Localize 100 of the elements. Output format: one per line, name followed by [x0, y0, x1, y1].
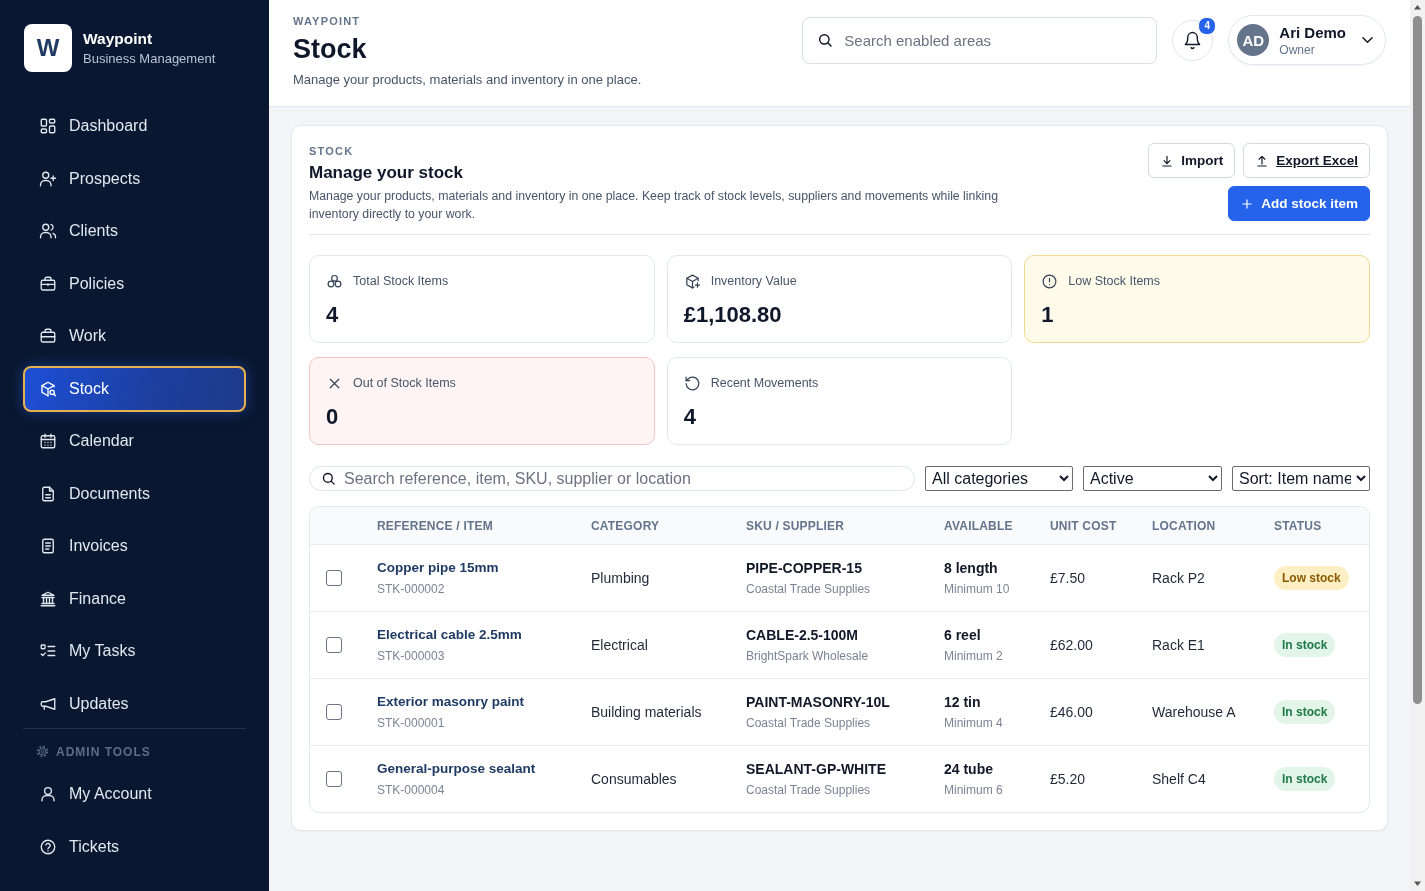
scrollbar[interactable] — [1410, 0, 1425, 891]
stat-label: Recent Movements — [710, 375, 819, 392]
column-header: SKU / SUPPLIER — [746, 518, 845, 533]
nav-item[interactable]: Stock — [23, 365, 246, 412]
row-checkbox[interactable] — [326, 637, 342, 653]
nav-item[interactable]: Clients — [23, 208, 246, 254]
location-text: Rack P2 — [1152, 570, 1205, 586]
filter-dropdown[interactable]: Active — [1083, 466, 1222, 491]
sku-code: SEALANT-GP-WHITE — [746, 760, 886, 778]
nav-item[interactable]: Prospects — [23, 155, 246, 202]
panel-title: Manage your stock — [309, 162, 464, 184]
column-header: CATEGORY — [591, 518, 660, 533]
avatar: AD — [1237, 24, 1270, 56]
item-link[interactable]: General-purpose sealant — [377, 760, 536, 778]
category-text: Plumbing — [591, 570, 650, 586]
user-menu-button[interactable]: AD Ari Demo Owner — [1228, 15, 1386, 65]
column-header: LOCATION — [1152, 518, 1216, 533]
minimum-quantity: Minimum 4 — [944, 715, 1003, 731]
notification-button[interactable]: 4 — [1172, 19, 1214, 61]
package-plus-icon — [683, 272, 701, 290]
export-button[interactable]: Export Excel — [1243, 143, 1370, 178]
panel-description: Manage your products, materials and inventory in one place. Keep track of stock levels, suppliers and movements while linking inventory directly to your work. — [309, 188, 999, 223]
add-button[interactable]: Add stock item — [1228, 186, 1370, 221]
user-name: Ari Demo — [1279, 23, 1346, 42]
nav-item[interactable]: Tickets — [23, 823, 246, 870]
stat-label: Low Stock Items — [1068, 273, 1161, 290]
nav-item[interactable]: My Account — [23, 771, 246, 817]
unit-cost: £7.50 — [1050, 570, 1086, 586]
column-header: UNIT COST — [1050, 518, 1117, 533]
bell-icon — [1183, 30, 1203, 50]
import-button[interactable]: Import — [1148, 143, 1236, 178]
row-checkbox[interactable] — [326, 570, 342, 586]
help-icon — [39, 837, 57, 856]
category-text: Electrical — [591, 637, 648, 653]
supplier-name: BrightSpark Wholesale — [746, 648, 869, 664]
search-field[interactable]: Search enabled areas — [802, 16, 1158, 64]
search-field[interactable]: Search reference, item, SKU, supplier or location — [309, 466, 915, 491]
row-checkbox[interactable] — [326, 771, 342, 787]
stat-value: 1 — [1041, 302, 1055, 328]
column-header: STATUS — [1274, 518, 1322, 533]
stat-label: Inventory Value — [710, 273, 797, 290]
panel-eyebrow: STOCK — [309, 144, 355, 158]
nav-item[interactable]: Work — [23, 313, 246, 359]
brand-name: Waypoint — [83, 29, 154, 48]
item-link[interactable]: Electrical cable 2.5mm — [377, 626, 522, 644]
column-header: AVAILABLE — [944, 518, 1013, 533]
grid-icon — [39, 117, 57, 135]
sku-code: PAINT-MASONRY-10L — [746, 693, 890, 711]
supplier-name: Coastal Trade Supplies — [746, 715, 871, 731]
user-plus-icon — [39, 169, 57, 188]
category-text: Consumables — [591, 771, 677, 787]
filter-dropdown[interactable]: All categories — [925, 466, 1073, 491]
unit-cost: £62.00 — [1050, 637, 1093, 653]
unit-cost: £5.20 — [1050, 771, 1086, 787]
notification-badge: 4 — [1198, 16, 1217, 35]
item-link[interactable]: Exterior masonry paint — [377, 693, 525, 711]
available-quantity: 24 tube — [944, 760, 993, 778]
brand-logo: W — [24, 24, 72, 72]
nav-item[interactable]: Updates — [23, 680, 246, 727]
nav-item[interactable]: Dashboard — [23, 103, 246, 149]
status-badge: Low stock — [1274, 566, 1349, 590]
row-checkbox[interactable] — [326, 704, 342, 720]
available-quantity: 8 length — [944, 559, 998, 577]
nav-item[interactable]: Finance — [23, 575, 246, 622]
chevron-down-icon — [1362, 36, 1373, 44]
cluster-icon — [326, 272, 343, 290]
stat-label: Out of Stock Items — [353, 375, 456, 392]
item-reference: STK-000004 — [377, 782, 445, 798]
section-heading: ADMIN TOOLS — [56, 744, 151, 759]
search-icon — [817, 32, 834, 48]
plus-icon — [1240, 196, 1255, 211]
category-text: Building materials — [591, 704, 702, 720]
status-badge: In stock — [1274, 633, 1336, 657]
minimum-quantity: Minimum 10 — [944, 581, 1010, 597]
unit-cost: £46.00 — [1050, 704, 1093, 720]
item-reference: STK-000002 — [377, 581, 445, 597]
item-reference: STK-000001 — [377, 715, 445, 731]
nav-item[interactable]: Documents — [23, 470, 246, 517]
calendar-icon — [39, 432, 57, 450]
sku-code: CABLE-2.5-100M — [746, 626, 859, 644]
location-text: Warehouse A — [1152, 704, 1236, 720]
users-icon — [39, 222, 57, 240]
document-icon — [39, 484, 57, 503]
sku-code: PIPE-COPPER-15 — [746, 559, 862, 577]
download-icon — [1160, 153, 1175, 168]
supplier-name: Coastal Trade Supplies — [746, 782, 871, 798]
nav-item[interactable]: Policies — [23, 260, 246, 307]
page-subtitle: Manage your products, materials and inventory in one place. — [293, 71, 642, 89]
location-text: Shelf C4 — [1152, 771, 1206, 787]
item-link[interactable]: Copper pipe 15mm — [377, 559, 499, 577]
bank-icon — [39, 589, 57, 608]
stat-label: Total Stock Items — [353, 273, 449, 290]
stat-value: 4 — [326, 302, 340, 328]
stat-value: 0 — [326, 404, 340, 430]
nav-item[interactable]: Invoices — [23, 523, 246, 569]
alert-circle-icon — [1041, 272, 1059, 290]
nav-item[interactable]: My Tasks — [23, 628, 246, 674]
user-icon — [39, 785, 57, 803]
stat-value: 4 — [683, 404, 697, 430]
nav-item[interactable]: Calendar — [23, 418, 246, 464]
